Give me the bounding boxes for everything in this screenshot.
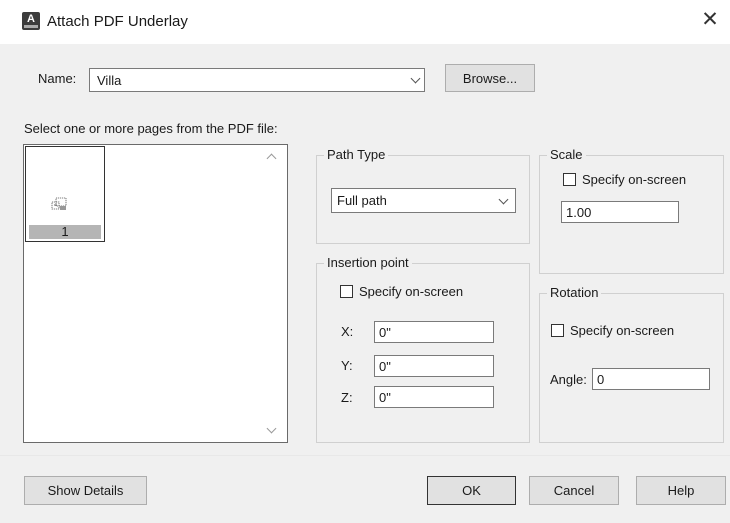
pages-instruction: Select one or more pages from the PDF fi… xyxy=(24,121,278,136)
z-label: Z: xyxy=(341,390,353,405)
name-label: Name: xyxy=(38,71,77,86)
path-type-group-label: Path Type xyxy=(324,147,389,162)
pdf-pages-list[interactable]: 1 xyxy=(23,144,288,443)
x-coordinate-input[interactable] xyxy=(374,321,494,343)
scroll-up-icon[interactable] xyxy=(266,153,277,164)
page-thumbnail[interactable]: 1 xyxy=(25,146,105,242)
scale-specify-checkbox[interactable] xyxy=(563,173,576,186)
autocad-app-icon: A xyxy=(22,12,40,30)
chevron-down-icon xyxy=(498,194,509,205)
dialog-title: Attach PDF Underlay xyxy=(47,13,188,30)
help-button[interactable]: Help xyxy=(636,476,726,505)
show-details-button[interactable]: Show Details xyxy=(24,476,147,505)
cancel-button[interactable]: Cancel xyxy=(529,476,619,505)
rotation-specify-checkbox[interactable] xyxy=(551,324,564,337)
angle-label: Angle: xyxy=(550,372,587,387)
scale-input[interactable] xyxy=(561,201,679,223)
z-coordinate-input[interactable] xyxy=(374,386,494,408)
chevron-down-icon xyxy=(410,73,421,84)
x-label: X: xyxy=(341,324,354,339)
scale-group-label: Scale xyxy=(547,147,586,162)
angle-input[interactable] xyxy=(592,368,710,390)
insertion-specify-checkbox[interactable] xyxy=(340,285,353,298)
rotation-group-label: Rotation xyxy=(547,285,602,300)
path-type-value: Full path xyxy=(337,193,387,208)
page-number-label: 1 xyxy=(29,225,101,239)
ok-button[interactable]: OK xyxy=(427,476,516,505)
rotation-specify-label: Specify on-screen xyxy=(570,323,675,338)
insertion-point-group-label: Insertion point xyxy=(324,255,412,270)
path-type-dropdown[interactable]: Full path xyxy=(331,188,516,213)
browse-button[interactable]: Browse... xyxy=(445,64,535,92)
close-icon[interactable]: ✕ xyxy=(700,8,720,32)
name-dropdown[interactable]: Villa xyxy=(89,68,425,92)
app-icon-letter: A xyxy=(27,13,35,25)
y-label: Y: xyxy=(341,358,353,373)
page-preview-icon xyxy=(51,197,67,210)
footer-divider xyxy=(0,455,730,456)
name-dropdown-value: Villa xyxy=(97,73,122,88)
y-coordinate-input[interactable] xyxy=(374,355,494,377)
scroll-down-icon[interactable] xyxy=(266,423,277,434)
title-bar: A Attach PDF Underlay ✕ xyxy=(0,0,730,44)
insertion-specify-label: Specify on-screen xyxy=(359,284,464,299)
scale-specify-label: Specify on-screen xyxy=(582,172,687,187)
